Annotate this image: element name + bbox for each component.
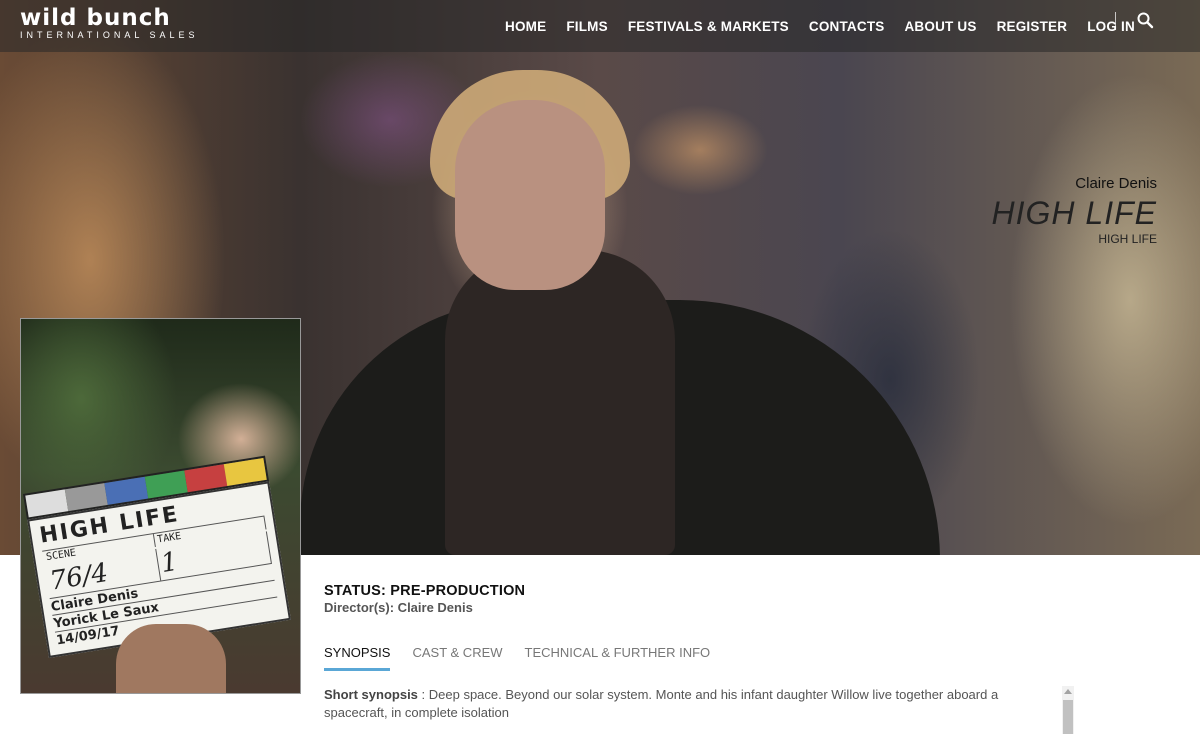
film-poster[interactable]: HIGH LIFE SCENE TAKE 76/4 1 Claire Denis… <box>20 318 301 694</box>
search-icon[interactable] <box>1136 11 1154 29</box>
tab-technical-info[interactable]: TECHNICAL & FURTHER INFO <box>525 645 711 671</box>
nav-about-us[interactable]: ABOUT US <box>904 19 976 34</box>
site-logo[interactable]: wild bunch INTERNATIONAL SALES <box>20 6 210 42</box>
directors-line: Director(s): Claire Denis <box>324 600 473 615</box>
nav-home[interactable]: HOME <box>505 19 546 34</box>
hero-figure-face <box>455 100 605 290</box>
main-menu: HOME FILMS FESTIVALS & MARKETS CONTACTS … <box>495 0 1145 52</box>
logo-wordmark: wild bunch <box>20 5 171 31</box>
hero-director-name: Claire Denis <box>1075 175 1157 192</box>
synopsis-label: Short synopsis <box>324 687 418 702</box>
nav-films[interactable]: FILMS <box>566 19 608 34</box>
nav-register[interactable]: REGISTER <box>997 19 1068 34</box>
film-info: STATUS: PRE-PRODUCTION Director(s): Clai… <box>324 583 1124 615</box>
nav-log-in[interactable]: LOG IN <box>1087 19 1135 34</box>
scroll-up-arrow-icon[interactable] <box>1064 689 1072 694</box>
nav-divider <box>1115 12 1116 30</box>
film-original-title: HIGH LIFE <box>1098 232 1157 246</box>
poster-hand <box>116 624 226 693</box>
info-tabs: SYNOPSIS CAST & CREW TECHNICAL & FURTHER… <box>324 645 732 671</box>
page: wild bunch INTERNATIONAL SALES HOME FILM… <box>0 0 1200 734</box>
scrollbar-thumb[interactable] <box>1063 700 1073 734</box>
top-nav-bar: wild bunch INTERNATIONAL SALES HOME FILM… <box>0 0 1200 52</box>
film-title: HIGH LIFE <box>991 195 1157 231</box>
tab-synopsis[interactable]: SYNOPSIS <box>324 645 391 671</box>
production-status: STATUS: PRE-PRODUCTION <box>324 583 526 599</box>
film-title-block: Claire Denis HIGH LIFE HIGH LIFE <box>992 175 1157 246</box>
synopsis-scrollbar[interactable] <box>1062 686 1074 734</box>
synopsis-panel: Short synopsis : Deep space. Beyond our … <box>324 686 1054 722</box>
nav-contacts[interactable]: CONTACTS <box>809 19 885 34</box>
hero-figure-scarf <box>445 250 675 555</box>
synopsis-text: : Deep space. Beyond our solar system. M… <box>324 687 999 720</box>
logo-tagline: INTERNATIONAL SALES <box>20 30 199 40</box>
tab-cast-crew[interactable]: CAST & CREW <box>412 645 502 671</box>
nav-festivals-markets[interactable]: FESTIVALS & MARKETS <box>628 19 789 34</box>
